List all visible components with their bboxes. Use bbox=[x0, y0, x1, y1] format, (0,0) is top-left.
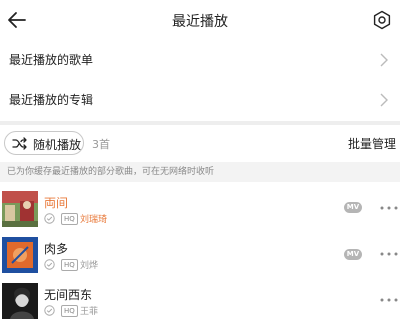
recent-playlists-row[interactable]: 最近播放的歌单 bbox=[0, 40, 400, 80]
song-row[interactable]: 无间西东 HQ 王菲 bbox=[0, 280, 400, 326]
mv-badge[interactable]: MV bbox=[344, 202, 362, 213]
more-icon[interactable] bbox=[380, 298, 398, 302]
mv-badge[interactable]: MV bbox=[344, 249, 362, 260]
batch-manage-button[interactable]: 批量管理 bbox=[348, 135, 396, 152]
recent-albums-label: 最近播放的专辑 bbox=[9, 93, 94, 107]
more-icon[interactable] bbox=[380, 206, 398, 210]
quality-badge: HQ bbox=[61, 305, 78, 317]
list-controls: 随机播放 3首 批量管理 bbox=[0, 128, 400, 160]
song-artist: 王菲 bbox=[80, 307, 99, 317]
download-check-icon bbox=[44, 213, 55, 224]
song-row[interactable]: 肉多 HQ 刘烨 MV bbox=[0, 234, 400, 280]
download-check-icon bbox=[44, 259, 55, 270]
song-title: 肉多 bbox=[44, 242, 69, 256]
page-title: 最近播放 bbox=[172, 14, 228, 30]
song-artist: 刘烨 bbox=[80, 261, 99, 271]
chevron-right-icon bbox=[380, 93, 388, 107]
song-row[interactable]: 両间 HQ 刘瑞琦 MV bbox=[0, 188, 400, 234]
quality-badge: HQ bbox=[61, 259, 78, 271]
quality-badge: HQ bbox=[61, 213, 78, 225]
song-title: 両间 bbox=[44, 196, 69, 210]
shuffle-play-label: 随机播放 bbox=[33, 138, 82, 152]
song-title: 无间西东 bbox=[44, 288, 93, 302]
gear-icon[interactable] bbox=[372, 10, 392, 30]
cache-notice: 已为你缓存最近播放的部分歌曲，可在无网络时收听 bbox=[0, 162, 400, 182]
song-artist: 刘瑞琦 bbox=[80, 215, 108, 225]
chevron-right-icon bbox=[380, 53, 388, 67]
download-check-icon bbox=[44, 305, 55, 316]
top-bar: 最近播放 bbox=[0, 0, 400, 42]
more-icon[interactable] bbox=[380, 252, 398, 256]
shuffle-icon bbox=[12, 137, 27, 150]
song-count: 3首 bbox=[92, 138, 110, 151]
recent-playlists-label: 最近播放的歌单 bbox=[9, 53, 94, 67]
section-divider bbox=[0, 121, 400, 125]
album-cover bbox=[2, 237, 38, 273]
album-cover bbox=[2, 191, 38, 227]
album-cover bbox=[2, 283, 38, 319]
shuffle-play-button[interactable]: 随机播放 bbox=[4, 131, 84, 155]
recent-albums-row[interactable]: 最近播放的专辑 bbox=[0, 80, 400, 120]
